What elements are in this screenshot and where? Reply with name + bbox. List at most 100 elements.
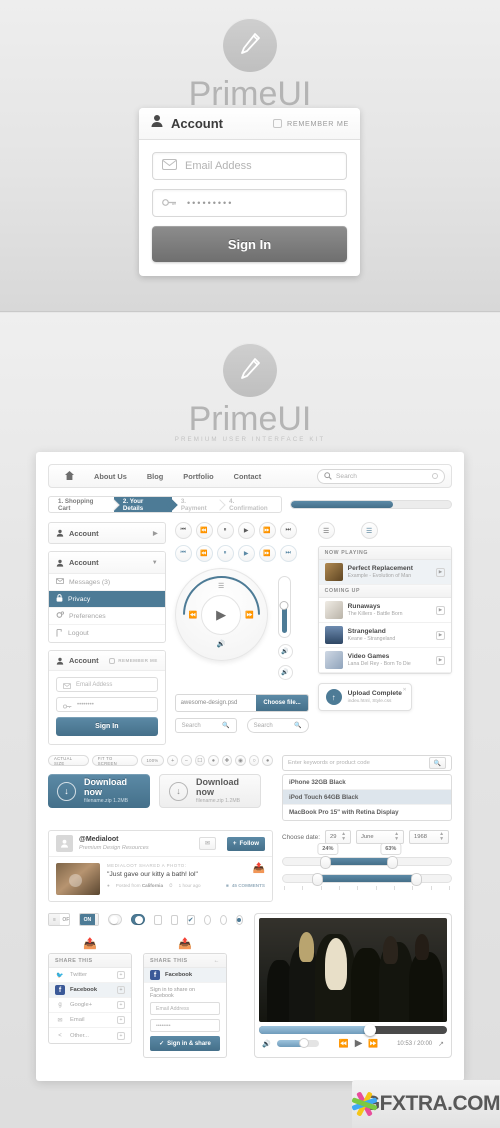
share-icon[interactable]: 📤 [48,937,132,950]
email-field[interactable]: Email Addess [152,152,347,180]
add-icon[interactable]: ▶ [436,630,445,640]
menu-item-preferences[interactable]: Preferences [49,608,165,625]
step-payment[interactable]: 3. Payment [172,497,220,512]
video-volume-knob[interactable] [299,1038,310,1048]
product-search-input[interactable]: Enter keywords or product code 🔍 [282,755,452,771]
fast-forward-button[interactable]: ⏩ [368,1039,378,1048]
prev-track-button[interactable]: ⏮ [174,522,192,539]
slider-track[interactable] [282,873,452,886]
add-icon[interactable]: ▶ [436,567,445,577]
slider-knob-high[interactable] [387,856,399,869]
autocomplete-item-highlighted[interactable]: iPod Touch 64GB Black [283,790,451,805]
zoom-out-button[interactable]: − [181,755,192,766]
accordion-collapsed[interactable]: Account ▶ [48,522,166,544]
prev-track-button[interactable]: ⏮ [174,545,192,562]
plus-icon[interactable]: + [117,1031,125,1040]
circle-button[interactable]: ○ [248,755,260,766]
radio-unselected[interactable] [219,914,227,925]
signin-and-share-button[interactable]: ✓ Sign in & share [150,1036,220,1051]
remember-me-checkbox[interactable]: REMEMBER ME [272,119,349,128]
expand-icon[interactable]: ↗ [438,1040,444,1048]
radio-selected[interactable] [235,914,243,925]
share-option-facebook[interactable]: f Facebook + [49,983,131,998]
post-photo[interactable] [56,863,100,895]
download-button-secondary[interactable]: ↓ Download now filename.zip 1.2MB [159,774,261,808]
add-icon[interactable]: ▶ [436,655,445,665]
follow-button[interactable]: + Follow [227,836,265,851]
slider-knob-low[interactable] [311,873,323,886]
volume-icon[interactable]: 🔊 [217,640,226,648]
step-confirmation[interactable]: 4. Confirmation [220,497,281,512]
switch-handle[interactable]: ≡ [49,914,60,925]
slider-knob-high[interactable] [410,873,422,886]
comments-link[interactable]: ■ 45 COMMENTS [226,883,265,888]
filled-circle-button[interactable]: ● [262,755,273,766]
pause-button[interactable]: ⏸ [216,545,234,562]
stepper-arrows-icon[interactable]: ▲ ▼ [341,832,346,842]
email-field[interactable]: Email Addess [56,677,158,692]
password-field[interactable]: ••••••••• [152,189,347,217]
checkbox-box[interactable] [272,119,282,128]
zoom-in-button[interactable]: + [167,755,179,766]
fit-to-screen-button[interactable]: FIT TO SCREEN [91,755,138,766]
menu-item-logout[interactable]: Logout [49,625,165,642]
stepper-arrows-icon[interactable]: ▲ ▼ [439,832,444,842]
plus-icon[interactable]: + [117,1001,125,1009]
crop-button[interactable]: ☐ [194,755,206,766]
envelope-icon[interactable]: ✉ [199,837,216,850]
password-field[interactable]: •••••••• [150,1019,220,1032]
list-view-icon[interactable]: ☰ [317,522,335,539]
play-button[interactable]: ▶ [237,522,255,539]
add-icon[interactable]: ▶ [436,605,445,615]
search-icon[interactable]: 🔍 [429,757,446,769]
choose-file-button[interactable]: Choose file... [256,695,308,711]
nav-item-contact[interactable]: Contact [224,472,272,481]
remember-me-checkbox[interactable]: REMEMBER ME [109,657,157,664]
actual-size-button[interactable]: ACTUAL SIZE [48,755,89,766]
search-input-round[interactable]: Search 🔍 [246,718,309,733]
playlist-item-current[interactable]: Perfect Replacement Example - Evolution … [318,560,451,585]
nav-item-blog[interactable]: Blog [137,472,173,481]
volume-knob[interactable] [279,601,289,610]
volume-icon[interactable]: 🔊 [262,1040,271,1048]
rewind-button[interactable]: ⏪ [195,522,213,539]
email-field[interactable]: Email Address [150,1002,220,1015]
share-option-email[interactable]: ✉ Email + [49,1013,131,1028]
radio-unselected[interactable] [203,914,211,925]
share-icon[interactable]: 📤 [253,863,265,874]
playlist-item[interactable]: Runaways The Killers - Battle Born ▶ [318,598,451,623]
list-view-icon[interactable]: ☰ [360,522,378,539]
nav-item-about-us[interactable]: About Us [84,472,137,481]
playlist-item[interactable]: Strangeland Keane - Strangeland ▶ [318,623,451,648]
rewind-button[interactable]: ⏪ [339,1039,349,1048]
video-screen[interactable] [259,918,447,1022]
video-progress-bar[interactable] [259,1024,447,1036]
add-button[interactable]: ✚ [221,755,233,766]
next-track-button[interactable]: ⏭ [279,545,297,562]
ios-toggle-off[interactable] [108,914,123,925]
share-option-twitter[interactable]: 🐦 Twitter + [49,968,131,983]
checkbox-box[interactable] [109,657,116,664]
video-volume-slider[interactable] [276,1038,319,1048]
menu-item-privacy[interactable]: Privacy [49,591,165,608]
arrow-left-icon[interactable]: ← [214,958,221,964]
plus-icon[interactable]: + [117,1016,125,1024]
play-button-center[interactable]: ▶ [201,594,242,635]
fast-forward-button[interactable]: ⏩ [258,522,276,539]
ios-toggle-on[interactable] [131,914,146,925]
target-button[interactable]: ◉ [235,755,246,766]
stepper-arrows-icon[interactable]: ▲ ▼ [394,832,399,842]
plus-icon[interactable]: + [117,971,125,979]
signin-button[interactable]: Sign In [56,717,158,736]
close-icon[interactable]: ✕ [402,687,406,693]
plus-icon[interactable]: + [117,986,125,994]
play-button[interactable]: ▶ [355,1038,363,1049]
fast-forward-button[interactable]: ⏩ [258,545,276,562]
switch-handle[interactable]: ≡ [94,914,99,925]
pause-button[interactable]: ⏸ [216,522,234,539]
password-field[interactable]: •••••••• [56,697,158,712]
search-input-square[interactable]: Search 🔍 [174,718,237,733]
checkbox-unchecked[interactable] [170,914,178,925]
share-icon[interactable]: 📤 [143,937,227,950]
volume-slider[interactable] [277,576,291,638]
